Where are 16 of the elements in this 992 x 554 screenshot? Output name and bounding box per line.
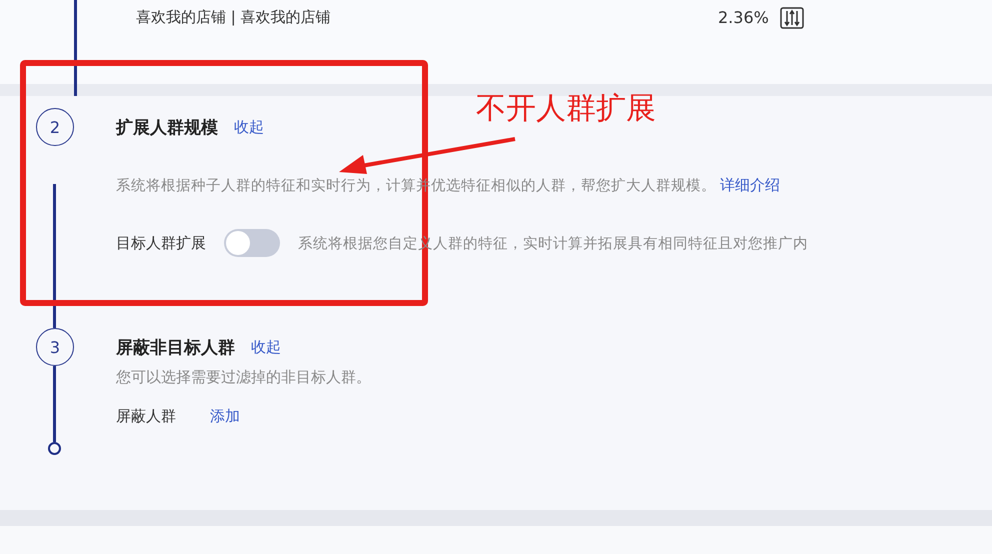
annotation-text: 不开人群扩展 bbox=[476, 90, 656, 128]
step-title: 扩展人群规模 bbox=[116, 116, 218, 138]
setting-label: 目标人群扩展 bbox=[116, 234, 206, 252]
detail-link[interactable]: 详细介绍 bbox=[720, 176, 780, 195]
description-text: 您可以选择需要过滤掉的非目标人群。 bbox=[116, 368, 371, 387]
step-title: 屏蔽非目标人群 bbox=[116, 336, 235, 358]
setting-label: 屏蔽人群 bbox=[116, 407, 176, 426]
sort-icon[interactable] bbox=[780, 7, 804, 29]
collapse-link[interactable]: 收起 bbox=[234, 118, 264, 136]
row-label: 喜欢我的店铺 | 喜欢我的店铺 bbox=[136, 8, 332, 27]
collapse-link[interactable]: 收起 bbox=[251, 338, 281, 356]
toggle-switch[interactable] bbox=[224, 229, 280, 257]
percentage-value: 2.36% bbox=[718, 8, 770, 27]
step-number: 3 bbox=[36, 328, 74, 366]
add-link[interactable]: 添加 bbox=[210, 407, 240, 426]
step-number: 2 bbox=[36, 108, 74, 146]
